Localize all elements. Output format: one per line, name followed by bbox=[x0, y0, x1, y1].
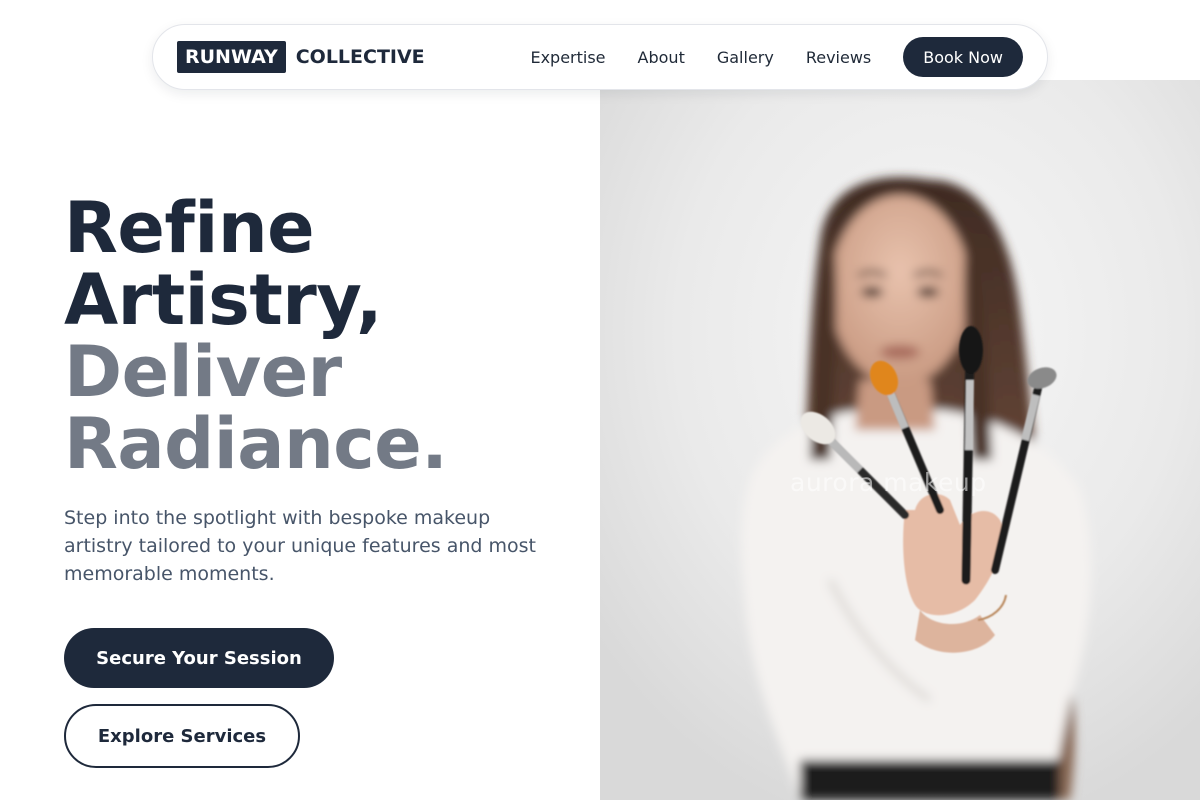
headline-line-4: Radiance. bbox=[64, 403, 448, 485]
logo-wordmark: COLLECTIVE bbox=[295, 46, 425, 68]
nav-links: Expertise About Gallery Reviews Book Now bbox=[514, 37, 1023, 77]
hero-headline-block: Refine Artistry, Deliver Radiance. bbox=[64, 192, 584, 480]
nav-link-about[interactable]: About bbox=[622, 48, 701, 67]
secure-session-button[interactable]: Secure Your Session bbox=[64, 628, 334, 688]
landing-page: aurora makeup RUNWAY COLLECTIVE Expertis… bbox=[0, 0, 1200, 800]
brand-logo[interactable]: RUNWAY COLLECTIVE bbox=[177, 41, 425, 73]
top-navbar: RUNWAY COLLECTIVE Expertise About Galler… bbox=[152, 24, 1048, 90]
headline-line-1: Refine bbox=[64, 187, 315, 269]
explore-services-button[interactable]: Explore Services bbox=[64, 704, 300, 768]
nav-link-gallery[interactable]: Gallery bbox=[701, 48, 790, 67]
hero-headline: Refine Artistry, Deliver Radiance. bbox=[64, 192, 584, 480]
image-watermark: aurora makeup bbox=[790, 468, 987, 497]
logo-box-text: RUNWAY bbox=[177, 41, 286, 73]
nav-link-expertise[interactable]: Expertise bbox=[514, 48, 621, 67]
hero-subtext: Step into the spotlight with bespoke mak… bbox=[64, 507, 536, 585]
headline-line-3: Deliver bbox=[64, 331, 342, 413]
headline-line-2: Artistry, bbox=[64, 259, 383, 341]
nav-link-reviews[interactable]: Reviews bbox=[790, 48, 887, 67]
hero-photo: aurora makeup bbox=[600, 80, 1200, 800]
book-now-button[interactable]: Book Now bbox=[903, 37, 1023, 77]
